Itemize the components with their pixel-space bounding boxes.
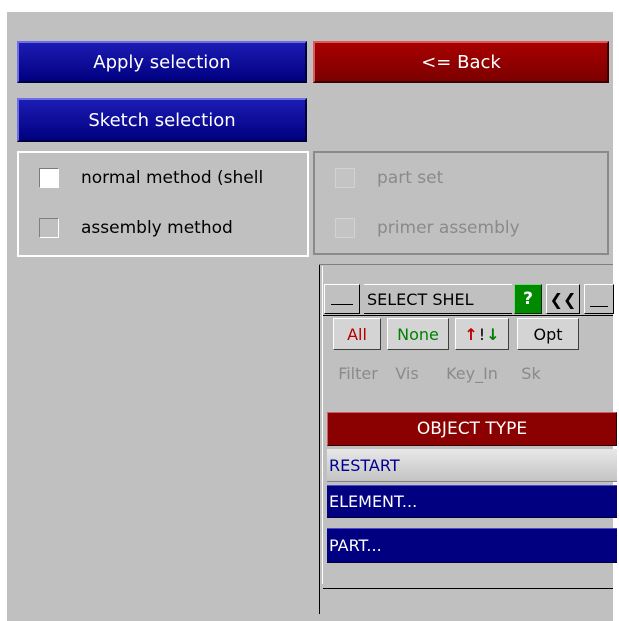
swap-separator: ! (478, 324, 486, 344)
select-all-button[interactable]: All (333, 318, 381, 350)
element-label: ELEMENT... (329, 492, 418, 511)
part-set-option: part set (335, 167, 443, 189)
none-label: None (397, 324, 439, 344)
list-bottom-separator (323, 588, 613, 589)
assembly-method-label: assembly method (81, 218, 233, 238)
restart-label: RESTART (329, 455, 400, 475)
all-label: All (347, 324, 367, 344)
sk-label: Sk (521, 363, 541, 383)
help-icon: ? (523, 289, 533, 309)
arrow-up-icon: ↑ (464, 324, 478, 344)
opt-label: Opt (533, 324, 563, 344)
part-set-checkbox (335, 168, 355, 188)
object-type-header-label: OBJECT TYPE (416, 419, 528, 439)
arrow-down-icon: ↓ (486, 324, 500, 344)
assembly-method-option[interactable]: assembly method (39, 217, 233, 239)
primer-assembly-label: primer assembly (377, 218, 520, 238)
key-in-label: Key_In (446, 363, 498, 383)
options-button[interactable]: Opt (517, 318, 579, 350)
primer-assembly-checkbox (335, 218, 355, 238)
filter-label: Filter (338, 363, 378, 383)
normal-method-checkbox[interactable] (39, 168, 59, 188)
list-item-restart[interactable]: RESTART (327, 449, 617, 482)
assembly-method-checkbox[interactable] (39, 218, 59, 238)
select-panel-top-border (319, 264, 613, 265)
normal-method-label: normal method (shell (81, 168, 264, 188)
part-label: PART... (329, 536, 382, 555)
maximize-button[interactable] (584, 284, 614, 314)
object-type-header: OBJECT TYPE (327, 412, 617, 446)
sk-button: Sk (515, 357, 547, 389)
list-item-element[interactable]: ELEMENT... (327, 485, 617, 518)
list-item-part[interactable]: PART... (327, 528, 617, 563)
maximize-icon (590, 306, 608, 307)
primer-assembly-option: primer assembly (335, 217, 520, 239)
vis-label: Vis (395, 363, 419, 383)
vis-button: Vis (387, 357, 427, 389)
select-panel-left-border (319, 264, 320, 614)
minimize-button[interactable] (324, 284, 360, 314)
swap-selection-button[interactable]: ↑ ! ↓ (455, 318, 509, 350)
key-in-button: Key_In (432, 357, 512, 389)
title-separator (323, 315, 613, 316)
sketch-selection-button[interactable]: Sketch selection (17, 98, 307, 142)
part-set-label: part set (377, 168, 444, 188)
apply-selection-button[interactable]: Apply selection (17, 41, 307, 83)
help-button[interactable]: ? (514, 284, 542, 314)
select-panel-left-highlight (322, 266, 323, 584)
minimize-icon (331, 304, 353, 305)
apply-selection-label: Apply selection (93, 51, 231, 73)
back-label: <= Back (421, 51, 501, 73)
sketch-selection-label: Sketch selection (88, 109, 236, 131)
normal-method-option[interactable]: normal method (shell (39, 167, 263, 189)
select-panel-title: SELECT SHEL (364, 284, 512, 314)
filter-button: Filter (333, 357, 383, 389)
collapse-button[interactable]: ❮❮ (546, 284, 580, 314)
select-none-button[interactable]: None (387, 318, 449, 350)
back-button[interactable]: <= Back (313, 41, 609, 83)
double-chevron-left-icon: ❮❮ (549, 289, 577, 309)
